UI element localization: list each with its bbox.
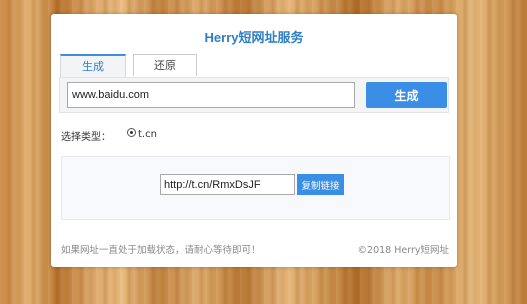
tab-restore[interactable]: 还原 — [133, 54, 197, 76]
copyright: ©2018 Herry短网址 — [357, 245, 449, 256]
url-input-panel: 生成 — [59, 77, 449, 113]
shortener-card: Herry短网址服务 生成 还原 生成 选择类型： t.cn 复制链接 如果网址… — [51, 14, 457, 267]
tab-generate[interactable]: 生成 — [60, 54, 126, 78]
result-panel: 复制链接 — [61, 156, 450, 220]
type-option-label: t.cn — [138, 129, 157, 140]
radio-selected-icon[interactable] — [127, 128, 136, 137]
page-title: Herry短网址服务 — [204, 30, 304, 45]
long-url-input[interactable] — [67, 82, 355, 108]
copy-link-button[interactable]: 复制链接 — [297, 174, 344, 195]
short-url-output[interactable] — [160, 174, 295, 195]
type-select-row: 选择类型： t.cn — [61, 128, 157, 143]
type-select-label: 选择类型： — [61, 132, 111, 143]
generate-button[interactable]: 生成 — [366, 82, 447, 108]
type-option-tcn[interactable]: t.cn — [127, 128, 157, 140]
loading-notice: 如果网址一直处于加载状态，请耐心等待即可！ — [61, 245, 261, 256]
